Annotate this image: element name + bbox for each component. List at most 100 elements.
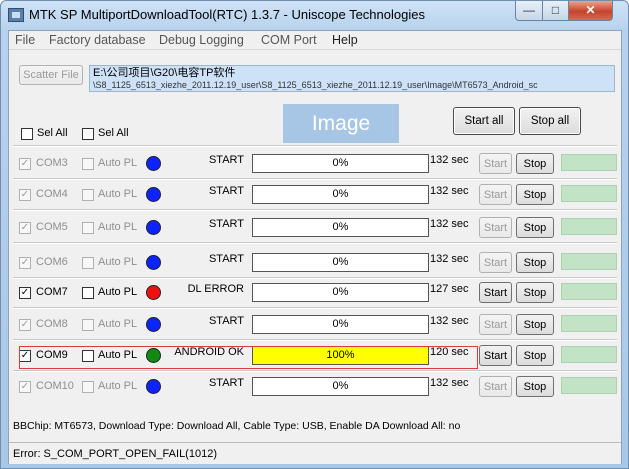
auto-pl-label: Auto PL <box>98 256 138 268</box>
elapsed-time: 132 sec <box>430 185 469 197</box>
port-name-label: COM4 <box>36 188 68 200</box>
menu-help[interactable]: Help <box>332 33 358 47</box>
auto-pl-label: Auto PL <box>98 286 138 298</box>
header-separator <box>13 145 617 147</box>
select-all-label-2: Sel All <box>98 127 129 139</box>
menu-file[interactable]: File <box>15 33 35 47</box>
port-ready-indicator <box>561 253 617 270</box>
progress-bar: 0% <box>252 154 429 173</box>
status-bar: Error: S_COM_PORT_OPEN_FAIL(1012) <box>9 442 621 464</box>
port-stop-button[interactable]: Stop <box>516 282 554 303</box>
auto-pl-label: Auto PL <box>98 221 138 233</box>
port-ready-indicator <box>561 283 617 300</box>
progress-text: 0% <box>332 286 349 298</box>
port-status-text: START <box>208 253 244 265</box>
port-stop-button[interactable]: Stop <box>516 345 554 366</box>
menu-bar: File Factory database Debug Logging COM … <box>9 31 621 50</box>
port-ready-indicator <box>561 346 617 363</box>
port-checkbox[interactable]: ✓ <box>19 287 31 299</box>
window-title: MTK SP MultiportDownloadTool(RTC) 1.3.7 … <box>29 7 425 22</box>
port-name-label: COM10 <box>36 380 74 392</box>
title-bar[interactable]: MTK SP MultiportDownloadTool(RTC) 1.3.7 … <box>1 1 628 29</box>
progress-text: 0% <box>332 318 349 330</box>
port-start-button[interactable]: Start <box>479 376 512 397</box>
elapsed-time: 132 sec <box>430 154 469 166</box>
port-status-text: START <box>208 315 244 327</box>
port-stop-button[interactable]: Stop <box>516 184 554 205</box>
minimize-button[interactable]: — <box>515 1 543 21</box>
port-checkbox[interactable]: ✓ <box>19 381 31 393</box>
port-stop-button[interactable]: Stop <box>516 314 554 335</box>
stop-all-button[interactable]: Stop all <box>519 107 581 135</box>
progress-bar: 0% <box>252 253 429 272</box>
port-status-text: START <box>208 185 244 197</box>
row-separator <box>13 370 617 372</box>
port-start-button[interactable]: Start <box>479 314 512 335</box>
port-start-button[interactable]: Start <box>479 252 512 273</box>
port-start-button[interactable]: Start <box>479 282 512 303</box>
port-checkbox[interactable]: ✓ <box>19 222 31 234</box>
auto-pl-checkbox[interactable] <box>82 222 94 234</box>
row-separator <box>13 178 617 180</box>
port-stop-button[interactable]: Stop <box>516 376 554 397</box>
app-icon <box>8 8 24 22</box>
select-all-checkbox-2[interactable] <box>82 128 94 140</box>
progress-text: 0% <box>332 256 349 268</box>
port-name-label: COM7 <box>36 286 68 298</box>
elapsed-time: 132 sec <box>430 377 469 389</box>
elapsed-time: 127 sec <box>430 283 469 295</box>
auto-pl-checkbox[interactable] <box>82 158 94 170</box>
menu-factory-database[interactable]: Factory database <box>49 33 146 47</box>
port-name-label: COM8 <box>36 318 68 330</box>
maximize-button[interactable]: □ <box>542 1 569 21</box>
auto-pl-checkbox[interactable] <box>82 319 94 331</box>
menu-debug-logging[interactable]: Debug Logging <box>159 33 244 47</box>
auto-pl-checkbox[interactable] <box>82 287 94 299</box>
port-start-button[interactable]: Start <box>479 217 512 238</box>
port-start-button[interactable]: Start <box>479 153 512 174</box>
progress-bar: 0% <box>252 185 429 204</box>
port-start-button[interactable]: Start <box>479 184 512 205</box>
port-ready-indicator <box>561 185 617 202</box>
port-name-label: COM5 <box>36 221 68 233</box>
auto-pl-label: Auto PL <box>98 157 138 169</box>
progress-text: 0% <box>332 188 349 200</box>
row-separator <box>13 209 617 211</box>
start-all-button[interactable]: Start all <box>453 107 515 135</box>
active-port-highlight <box>19 346 478 369</box>
error-message: Error: S_COM_PORT_OPEN_FAIL(1012) <box>13 448 217 460</box>
port-status-text: START <box>208 154 244 166</box>
auto-pl-checkbox[interactable] <box>82 381 94 393</box>
port-stop-button[interactable]: Stop <box>516 153 554 174</box>
port-checkbox[interactable]: ✓ <box>19 158 31 170</box>
port-stop-button[interactable]: Stop <box>516 252 554 273</box>
port-ready-indicator <box>561 315 617 332</box>
menu-com-port[interactable]: COM Port <box>261 33 317 47</box>
auto-pl-label: Auto PL <box>98 188 138 200</box>
elapsed-time: 132 sec <box>430 218 469 230</box>
elapsed-time: 132 sec <box>430 253 469 265</box>
port-name-label: COM6 <box>36 256 68 268</box>
port-status-text: START <box>208 218 244 230</box>
progress-text: 0% <box>332 221 349 233</box>
auto-pl-checkbox[interactable] <box>82 189 94 201</box>
auto-pl-label: Auto PL <box>98 318 138 330</box>
scatter-path-line-1: E:\公司项目\G20\电容TP软件 <box>93 67 236 79</box>
port-checkbox[interactable]: ✓ <box>19 257 31 269</box>
progress-text: 0% <box>332 380 349 392</box>
auto-pl-checkbox[interactable] <box>82 257 94 269</box>
port-checkbox[interactable]: ✓ <box>19 189 31 201</box>
elapsed-time: 132 sec <box>430 315 469 327</box>
scatter-path-field[interactable]: E:\公司项目\G20\电容TP软件 \S8_1125_6513_xiezhe_… <box>89 65 615 92</box>
port-status-text: START <box>208 377 244 389</box>
port-stop-button[interactable]: Stop <box>516 217 554 238</box>
row-separator <box>13 307 617 309</box>
port-checkbox[interactable]: ✓ <box>19 319 31 331</box>
port-start-button[interactable]: Start <box>479 345 512 366</box>
row-separator <box>13 339 617 341</box>
progress-bar: 0% <box>252 218 429 237</box>
close-button[interactable]: ✕ <box>568 1 613 21</box>
scatter-file-button[interactable]: Scatter File <box>19 65 83 85</box>
select-all-checkbox-1[interactable] <box>21 128 33 140</box>
scatter-path-line-2: \S8_1125_6513_xiezhe_2011.12.19_user\S8_… <box>93 80 538 90</box>
